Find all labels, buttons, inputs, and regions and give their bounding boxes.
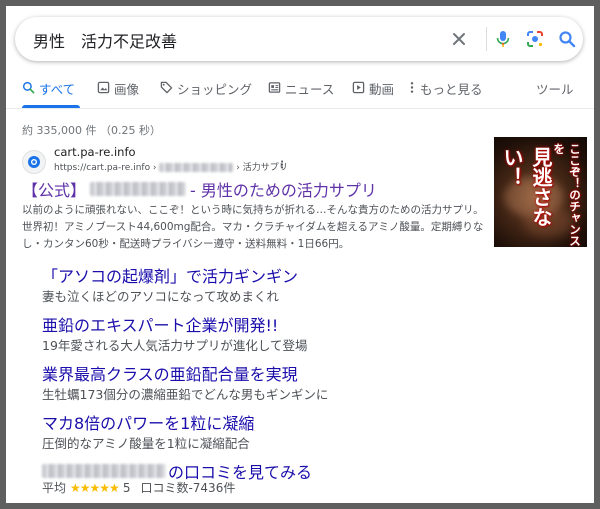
tab-label: すべて xyxy=(39,82,76,97)
blurred-brand xyxy=(42,464,166,478)
site-name[interactable]: cart.pa-re.info xyxy=(54,145,136,159)
thumbnail-headline: 見逃さない！ xyxy=(500,147,553,227)
clear-icon[interactable] xyxy=(449,29,469,49)
url-prefix: https://cart.pa-re.info › xyxy=(54,163,160,173)
sitelink-desc: 19年愛される大人気活力サプリが進化して登場 xyxy=(42,338,308,353)
image-icon xyxy=(97,81,110,94)
tab-label: ツール xyxy=(536,82,574,97)
sitelink-desc: 生牡蠣173個分の濃縮亜鉛でどんな男もギンギンに xyxy=(42,387,329,402)
rating-row: 平均 ★★★★★ 5 口コミ数-7436件 xyxy=(42,479,235,496)
result-stats: 約 335,000 件 （0.25 秒） xyxy=(22,124,161,137)
more-vert-icon xyxy=(408,81,416,94)
site-favicon[interactable] xyxy=(22,150,46,174)
tabs-divider xyxy=(6,108,594,109)
tab-label: ショッピング xyxy=(177,82,253,97)
tab-label: もっと見る xyxy=(420,82,483,97)
sitelink-title[interactable]: 亜鉛のエキスパート企業が開発!! xyxy=(42,312,278,336)
camera-lens-icon[interactable] xyxy=(525,29,545,49)
title-prefix: 【公式】 xyxy=(22,181,87,200)
sitelink-desc: 圧倒的なアミノ酸量を1粒に凝縮配合 xyxy=(42,436,250,451)
search-input[interactable]: 男性 活力不足改善 xyxy=(33,28,177,52)
globe-icon xyxy=(28,156,40,168)
tab-label: ニュース xyxy=(285,82,335,97)
site-url[interactable]: https://cart.pa-re.info › › 活力サプリ xyxy=(54,160,288,173)
browser-frame: 男性 活力不足改善 すべて 画像 ショッピング ニュース 動画 もっと見る ツー… xyxy=(6,6,594,503)
search-icon[interactable] xyxy=(557,29,577,49)
video-icon xyxy=(352,81,365,94)
blurred-brand xyxy=(159,163,234,172)
search-divider xyxy=(486,27,487,51)
tab-shopping[interactable]: ショッピング xyxy=(160,79,252,109)
search-tabs: すべて 画像 ショッピング ニュース 動画 もっと見る ツール xyxy=(6,79,594,109)
sitelink-title[interactable]: 業界最高クラスの亜鉛配合量を実現 xyxy=(42,361,298,385)
tab-more[interactable]: もっと見る xyxy=(408,79,483,109)
title-suffix: - 男性のための活力サプリ xyxy=(190,181,377,200)
rating-value: 5 xyxy=(122,480,131,495)
search-bar[interactable]: 男性 活力不足改善 xyxy=(15,17,583,61)
search-icon xyxy=(22,81,35,94)
review-count: 口コミ数-7436件 xyxy=(140,481,236,495)
sitelink-title[interactable]: 「アソコの起爆剤」で活力ギンギン xyxy=(42,263,298,287)
tag-icon xyxy=(160,81,173,94)
ad-thumbnail[interactable]: ここぞ！のチャンスを 見逃さない！ xyxy=(494,137,587,247)
tab-videos[interactable]: 動画 xyxy=(352,79,394,109)
star-rating-icon: ★★★★★ xyxy=(70,480,120,495)
more-options-icon[interactable]: ⋮ xyxy=(277,160,287,171)
ad-description: 以前のように頑張れない、ここぞ！という時に気持ちが折れる…そんな貴方のための活力… xyxy=(22,204,484,250)
sitelink-title[interactable]: マカ8倍のパワーを1粒に凝縮 xyxy=(42,410,254,434)
tab-images[interactable]: 画像 xyxy=(97,79,139,109)
sitelink-desc: 妻も泣くほどのアソコになって攻めまくれ xyxy=(42,289,279,304)
blurred-brand xyxy=(90,182,187,196)
tab-label: 動画 xyxy=(369,82,395,97)
rating-label: 平均 xyxy=(42,481,67,495)
tab-tools[interactable]: ツール xyxy=(536,79,574,109)
ad-title-link[interactable]: 【公式】 - 男性のための活力サプリ xyxy=(22,177,377,201)
news-icon xyxy=(268,81,281,94)
microphone-icon[interactable] xyxy=(493,29,513,49)
tab-news[interactable]: ニュース xyxy=(268,79,334,109)
tab-label: 画像 xyxy=(114,82,140,97)
